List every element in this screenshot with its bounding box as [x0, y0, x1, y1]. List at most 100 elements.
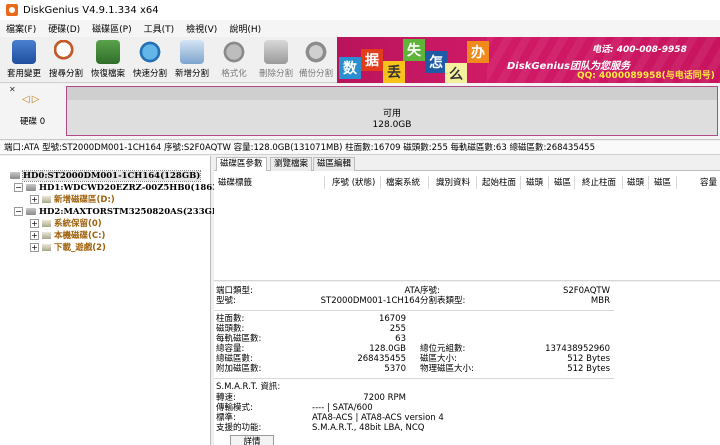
- prop-label: 每軌磁區數:: [216, 334, 262, 344]
- prop-value: 63: [395, 334, 406, 344]
- prop-label: 總容量:: [216, 344, 245, 354]
- prop-label: 轉速:: [216, 393, 236, 403]
- tree-item-hd0[interactable]: HD0:ST2000DM001-1CH164(128GB): [10, 170, 202, 182]
- banner-char: 失: [403, 39, 425, 61]
- smart-heading: S.M.A.R.T. 資訊:: [216, 382, 281, 392]
- menu-bar: 檔案(F) 硬碟(D) 磁碟區(P) 工具(T) 檢視(V) 說明(H): [0, 20, 720, 37]
- banner-phone: 电话: 400-008-9958: [592, 45, 687, 55]
- tab-browse-files[interactable]: 瀏覽檔案: [270, 157, 313, 171]
- window-title: DiskGenius V4.9.1.334 x64: [23, 4, 159, 16]
- prop-value: ST2000DM001-1CH164: [320, 296, 420, 306]
- partition-icon: [42, 196, 51, 203]
- banner-qq: QQ: 4000089958(与电话同号): [577, 71, 715, 81]
- restore-files-button[interactable]: 恢復檔案: [88, 39, 128, 81]
- prop-label: 序號:: [420, 286, 440, 296]
- disk-tree: HD0:ST2000DM001-1CH164(128GB) − HD1:WDCWD…: [0, 156, 225, 445]
- promo-banner[interactable]: 数 据 丢 失 怎 么 办 电话: 400-008-9958 DiskGeniu…: [337, 37, 720, 83]
- tab-sector-editor[interactable]: 磁區編輯: [313, 157, 356, 171]
- prop-value: 128.0GB: [369, 344, 406, 354]
- details-button[interactable]: 詳情: [230, 435, 274, 445]
- expand-icon[interactable]: +: [30, 219, 39, 228]
- column-header[interactable]: 識別資料: [436, 176, 470, 188]
- banner-char: 据: [361, 49, 383, 71]
- prop-label: 磁頭數:: [216, 324, 245, 334]
- expand-icon[interactable]: +: [30, 231, 39, 240]
- column-header[interactable]: 起始柱面: [482, 176, 516, 188]
- backup-partition-button[interactable]: 備份分割: [296, 39, 336, 81]
- collapse-icon[interactable]: −: [14, 207, 23, 216]
- column-header[interactable]: 磁區: [554, 176, 571, 188]
- save-all-button[interactable]: 套用變更: [4, 39, 44, 81]
- quick-partition-icon: [138, 40, 162, 64]
- banner-char: 么: [445, 63, 467, 83]
- prop-value: 5370: [384, 364, 406, 374]
- column-header[interactable]: 檔案系統: [386, 176, 420, 188]
- disk-map: ✕ ◁▷ 硬碟 0 可用 128.0GB: [0, 84, 720, 140]
- menu-view[interactable]: 檢視(V): [186, 22, 217, 35]
- close-icon[interactable]: ✕: [9, 85, 16, 94]
- prop-value: 268435455: [357, 354, 406, 364]
- free-space-label: 可用: [382, 109, 401, 119]
- restore-icon: [96, 40, 120, 64]
- disk-number: 硬碟 0: [20, 117, 46, 127]
- menu-file[interactable]: 檔案(F): [6, 22, 36, 35]
- quick-partition-button[interactable]: 快速分割: [130, 39, 170, 81]
- partition-icon: [42, 244, 51, 251]
- tree-item-hd2-local-disk[interactable]: + 本機磁碟(C:): [30, 230, 105, 242]
- prop-value: 7200 RPM: [363, 393, 406, 403]
- search-icon: [54, 40, 78, 64]
- format-button[interactable]: 格式化: [214, 39, 254, 81]
- prop-label: 柱面數:: [216, 314, 245, 324]
- expand-icon[interactable]: +: [30, 195, 39, 204]
- search-partition-button[interactable]: 搜尋分割: [46, 39, 86, 81]
- prop-label: 標準:: [216, 413, 236, 423]
- prop-value: ---- | SATA/600: [312, 403, 373, 413]
- prop-label: 端口類型:: [216, 286, 253, 296]
- menu-partition[interactable]: 磁碟區(P): [92, 22, 131, 35]
- column-header[interactable]: 序號 (狀態): [332, 176, 375, 188]
- column-header[interactable]: 磁頭: [526, 176, 543, 188]
- partition-icon: [42, 220, 51, 227]
- tree-item-hd2-system-reserved[interactable]: + 系統保留(0): [30, 218, 102, 230]
- prop-label: 物理磁區大小:: [420, 364, 474, 374]
- disk-nav-arrows[interactable]: ◁▷: [22, 94, 41, 105]
- prop-label: 附加磁區數:: [216, 364, 262, 374]
- disk-properties: 端口類型: ATA 序號: S2F0AQTW 型號: ST2000DM001-1…: [214, 282, 720, 445]
- tab-partition-params[interactable]: 磁碟區參數: [216, 157, 267, 172]
- expand-icon[interactable]: +: [30, 243, 39, 252]
- column-header[interactable]: 終止柱面: [582, 176, 616, 188]
- column-header[interactable]: 磁區: [654, 176, 671, 188]
- tree-item-hd1[interactable]: − HD1:WDCWD20EZRZ-00Z5HB0(1863G: [14, 182, 225, 194]
- prop-label: 分割表類型:: [420, 296, 466, 306]
- disk-info-line: 端口:ATA 型號:ST2000DM001-1CH164 序號:S2F0AQTW…: [0, 141, 720, 155]
- prop-label: 型號:: [216, 296, 236, 306]
- backup-partition-icon: [304, 40, 328, 64]
- partition-table: 磁碟標籤 序號 (狀態) 檔案系統 識別資料 起始柱面 磁頭 磁區 終止柱面 磁…: [214, 171, 720, 281]
- delete-partition-icon: [264, 40, 288, 64]
- partition-bar[interactable]: 可用 128.0GB: [66, 86, 718, 136]
- new-partition-button[interactable]: 新增分割: [172, 39, 212, 81]
- menu-tools[interactable]: 工具(T): [144, 22, 175, 35]
- free-space-size: 128.0GB: [372, 120, 412, 130]
- prop-value: 512 Bytes: [567, 354, 610, 364]
- column-header[interactable]: 磁碟標籤: [218, 176, 252, 188]
- prop-value: ATA: [404, 286, 420, 296]
- disk-icon: [26, 208, 36, 215]
- menu-disk[interactable]: 硬碟(D): [48, 22, 80, 35]
- column-header[interactable]: 磁頭: [627, 176, 644, 188]
- disk-icon: [26, 184, 36, 191]
- tree-item-hd1-new-volume[interactable]: + 新增磁碟區(D:): [30, 194, 115, 206]
- menu-help[interactable]: 說明(H): [229, 22, 261, 35]
- collapse-icon[interactable]: −: [14, 183, 23, 192]
- tree-item-hd2-downloads-games[interactable]: + 下載_遊戲(2): [30, 242, 106, 254]
- banner-char: 怎: [425, 51, 447, 73]
- prop-label: 總磁區數:: [216, 354, 253, 364]
- column-header[interactable]: 容量: [700, 176, 717, 188]
- banner-char: 数: [339, 57, 361, 79]
- prop-value: 16709: [378, 314, 406, 324]
- delete-partition-button[interactable]: 刪除分割: [256, 39, 296, 81]
- save-icon: [12, 40, 36, 64]
- prop-label: 支援的功能:: [216, 423, 262, 433]
- banner-char: 办: [467, 41, 489, 63]
- tree-item-hd2[interactable]: − HD2:MAXTORSTM3250820AS(233GB): [14, 206, 223, 218]
